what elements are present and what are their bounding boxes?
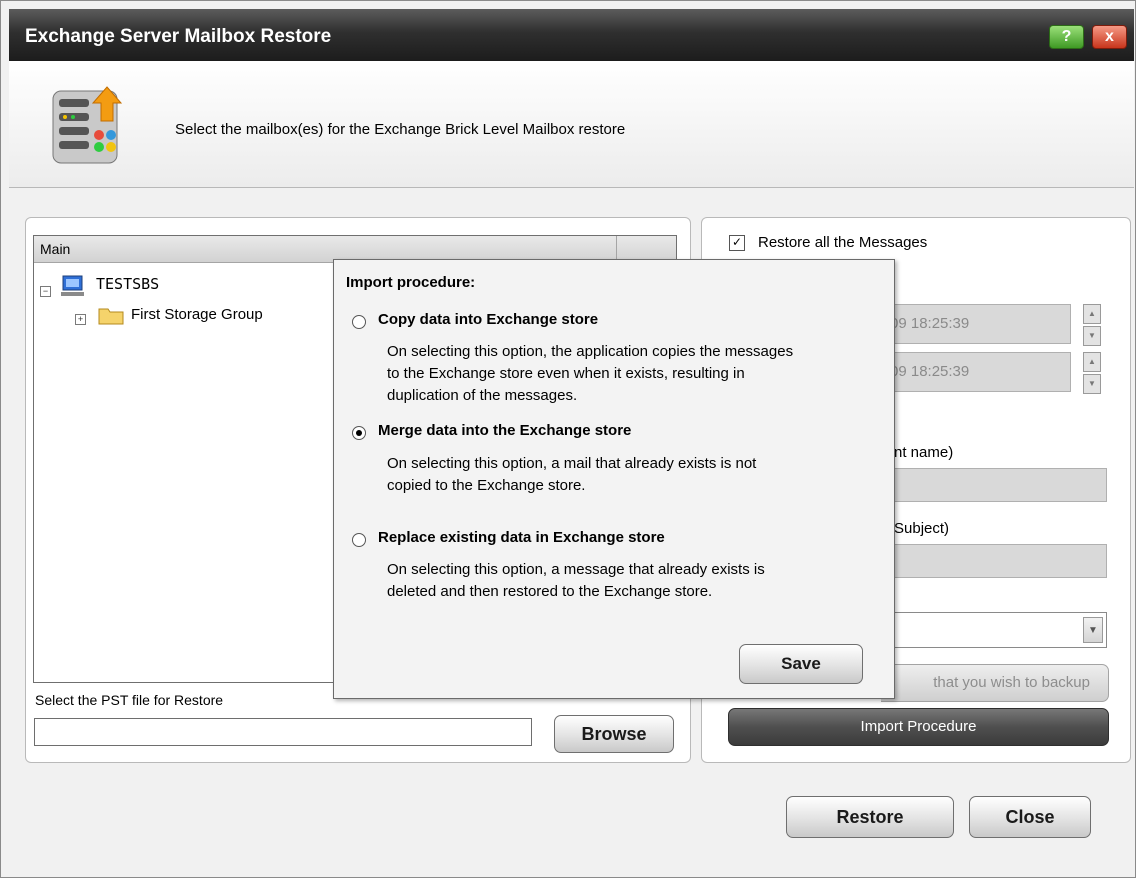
- replace-option-desc: On selecting this option, a message that…: [387, 559, 887, 603]
- collapse-toggle[interactable]: −: [40, 286, 51, 297]
- window-title: Exchange Server Mailbox Restore: [25, 26, 332, 47]
- date-to-spinner[interactable]: ▲ ▼: [1083, 352, 1101, 394]
- restore-button[interactable]: Restore: [786, 796, 954, 838]
- copy-radio[interactable]: [352, 315, 366, 329]
- merge-option-desc: On selecting this option, a mail that al…: [387, 453, 887, 497]
- date-to-field[interactable]: 09 18:25:39: [881, 352, 1071, 392]
- desc-line: On selecting this option, the applicatio…: [387, 343, 794, 360]
- folder-select[interactable]: ▼: [881, 612, 1107, 648]
- title-bar: Exchange Server Mailbox Restore ? x: [9, 9, 1134, 61]
- merge-option-title[interactable]: Merge data into the Exchange store: [378, 422, 631, 439]
- expand-toggle[interactable]: +: [75, 314, 86, 325]
- desc-line: to the Exchange store even when it exist…: [387, 365, 745, 382]
- import-procedure-popup: Import procedure: Copy data into Exchang…: [333, 259, 895, 699]
- pst-file-input[interactable]: [34, 718, 532, 746]
- pst-file-label: Select the PST file for Restore: [35, 692, 224, 708]
- replace-radio[interactable]: [352, 533, 366, 547]
- desc-line: On selecting this option, a message that…: [387, 561, 765, 578]
- spin-down-icon[interactable]: ▼: [1083, 326, 1101, 346]
- tree-node-server[interactable]: TESTSBS: [96, 275, 159, 293]
- popup-title: Import procedure:: [346, 274, 476, 291]
- save-button[interactable]: Save: [739, 644, 863, 684]
- close-window-button[interactable]: x: [1092, 25, 1127, 49]
- help-button[interactable]: ?: [1049, 25, 1084, 49]
- date-to-value: 09 18:25:39: [890, 363, 970, 380]
- date-from-spinner[interactable]: ▲ ▼: [1083, 304, 1101, 346]
- desc-line: copied to the Exchange store.: [387, 477, 586, 494]
- recipient-label: nt name): [894, 444, 954, 461]
- header-instruction: Select the mailbox(es) for the Exchange …: [175, 121, 626, 138]
- tree-column-label: Main: [40, 241, 71, 257]
- date-from-field[interactable]: 09 18:25:39: [881, 304, 1071, 344]
- copy-option-title[interactable]: Copy data into Exchange store: [378, 311, 598, 328]
- folder-icon: [98, 308, 124, 325]
- subject-field[interactable]: [881, 544, 1107, 578]
- recipient-field[interactable]: [881, 468, 1107, 502]
- header-band: Select the mailbox(es) for the Exchange …: [9, 61, 1134, 188]
- copy-option-desc: On selecting this option, the applicatio…: [387, 341, 887, 407]
- server-restore-icon: [52, 86, 123, 164]
- spin-up-icon[interactable]: ▲: [1083, 304, 1101, 324]
- restore-all-checkbox[interactable]: ✓: [729, 235, 745, 251]
- spin-up-icon[interactable]: ▲: [1083, 352, 1101, 372]
- desc-line: On selecting this option, a mail that al…: [387, 455, 757, 472]
- restore-all-label: Restore all the Messages: [758, 234, 928, 251]
- spin-down-icon[interactable]: ▼: [1083, 374, 1101, 394]
- desc-line: duplication of the messages.: [387, 387, 578, 404]
- subject-label: Subject): [894, 520, 950, 537]
- chevron-down-icon[interactable]: ▼: [1083, 617, 1103, 643]
- browse-button[interactable]: Browse: [554, 715, 674, 753]
- date-from-value: 09 18:25:39: [890, 315, 970, 332]
- replace-option-title[interactable]: Replace existing data in Exchange store: [378, 529, 665, 546]
- restore-window: Exchange Server Mailbox Restore ? x Sele…: [0, 0, 1136, 878]
- desc-line: deleted and then restored to the Exchang…: [387, 583, 713, 600]
- tree-node-storage-group[interactable]: First Storage Group: [131, 306, 263, 323]
- computer-icon: [61, 275, 84, 296]
- merge-radio[interactable]: [352, 426, 366, 440]
- select-folders-button[interactable]: that you wish to backup: [881, 664, 1109, 702]
- import-procedure-button[interactable]: Import Procedure: [728, 708, 1109, 746]
- close-button[interactable]: Close: [969, 796, 1091, 838]
